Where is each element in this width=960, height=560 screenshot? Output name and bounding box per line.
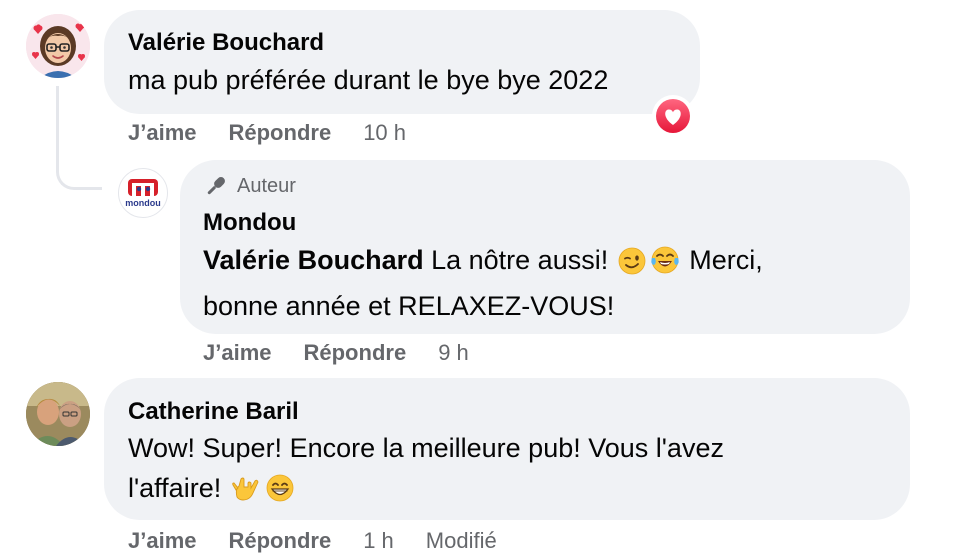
comment-text-part: bonne année et RELAXEZ-VOUS! <box>203 291 615 321</box>
avatar-catherine-baril[interactable] <box>26 382 90 446</box>
comment-actions: J’aime Répondre 10 h <box>128 120 406 146</box>
bitmoji-avatar-icon <box>26 14 90 78</box>
microphone-icon <box>207 177 225 195</box>
avatar-valerie-bouchard[interactable] <box>26 14 90 78</box>
love-you-gesture-emoji <box>231 473 261 514</box>
author-badge-label: Auteur <box>237 174 296 197</box>
comment-timestamp[interactable]: 1 h <box>363 528 394 554</box>
like-link[interactable]: J’aime <box>128 528 197 554</box>
avatar-mondou[interactable]: mondou <box>118 168 168 218</box>
mondou-logo-icon: mondou <box>125 179 161 208</box>
comment-text: Valérie Bouchard La nôtre aussi! Merci, … <box>203 240 893 326</box>
comment-author-name[interactable]: Mondou <box>203 209 296 237</box>
edited-label: Modifié <box>425 528 497 553</box>
love-reaction-icon[interactable] <box>652 95 694 137</box>
reply-thread-connector <box>56 86 102 190</box>
svg-text:mondou: mondou <box>125 198 161 208</box>
face-with-tears-of-joy-emoji <box>650 245 680 286</box>
comment-actions: J’aime Répondre 1 h Modifié <box>128 528 497 554</box>
comment-actions: J’aime Répondre 9 h <box>203 340 469 366</box>
profile-photo-icon <box>26 382 90 446</box>
mention-link[interactable]: Valérie Bouchard <box>203 245 424 275</box>
comment-text-part: l'affaire! <box>128 473 222 503</box>
like-link[interactable]: J’aime <box>128 120 197 146</box>
reply-link[interactable]: Répondre <box>229 528 332 554</box>
comment-timestamp[interactable]: 9 h <box>438 340 469 366</box>
comment-text-part: Merci, <box>681 245 763 275</box>
like-link[interactable]: J’aime <box>203 340 272 366</box>
grinning-face-emoji <box>265 473 295 514</box>
comment-text: Wow! Super! Encore la meilleure pub! Vou… <box>128 428 908 514</box>
author-badge: Auteur <box>203 173 296 199</box>
reply-link[interactable]: Répondre <box>304 340 407 366</box>
comment-author-name[interactable]: Valérie Bouchard <box>128 29 324 57</box>
comment-timestamp[interactable]: 10 h <box>363 120 406 146</box>
comment-text-part: Wow! Super! Encore la meilleure pub! Vou… <box>128 433 724 463</box>
comment-author-name[interactable]: Catherine Baril <box>128 398 299 426</box>
comment-text: ma pub préférée durant le bye bye 2022 <box>128 65 609 95</box>
winking-face-emoji <box>618 246 646 286</box>
comment-text-part: La nôtre aussi! <box>423 245 616 275</box>
reply-link[interactable]: Répondre <box>229 120 332 146</box>
